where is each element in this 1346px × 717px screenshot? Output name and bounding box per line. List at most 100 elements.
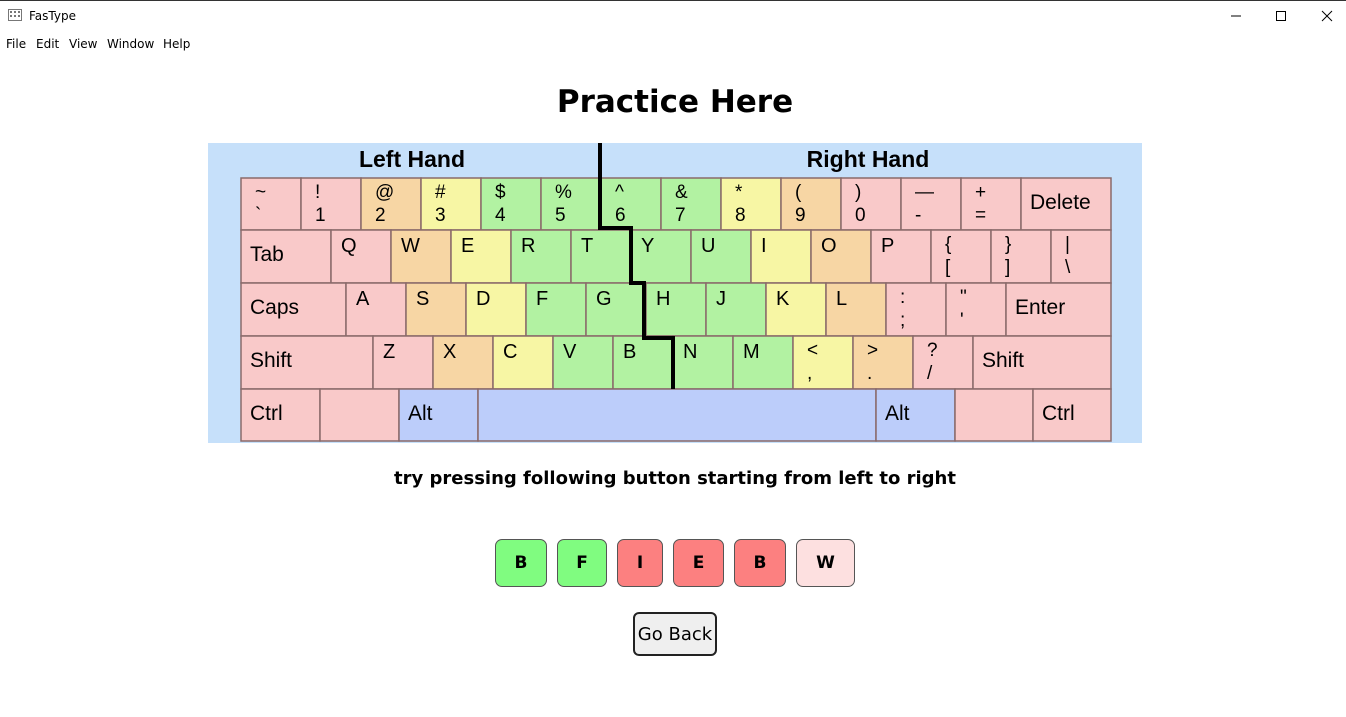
key-label: > <box>867 340 878 361</box>
keyboard-key <box>690 229 752 284</box>
keyboard-key <box>672 335 734 390</box>
key-label: ^ <box>615 182 624 203</box>
keyboard-key <box>552 335 614 390</box>
keyboard-key <box>240 177 302 231</box>
key-label: K <box>776 288 790 310</box>
menu-help[interactable]: Help <box>163 37 190 51</box>
key-label: Shift <box>982 349 1024 372</box>
go-back-button[interactable]: Go Back <box>633 612 717 656</box>
keyboard-image: Left Hand Right Hand ~`!1 @2 #3 $4%5 ^6 &7 *8 (… <box>208 143 1142 443</box>
keyboard-key <box>477 388 877 442</box>
sequence-key[interactable]: W <box>796 539 855 587</box>
key-label: { <box>945 234 952 255</box>
key-label: ' <box>960 310 964 331</box>
key-label: C <box>503 341 517 363</box>
key-label: Z <box>383 341 395 363</box>
instruction-text: try pressing following button starting f… <box>394 468 956 489</box>
key-label: Ctrl <box>1042 402 1075 425</box>
key-label: V <box>563 341 577 363</box>
key-label: } <box>1005 234 1011 255</box>
sequence-key[interactable]: I <box>617 539 663 587</box>
key-label: Delete <box>1030 191 1091 214</box>
menu-window[interactable]: Window <box>107 37 154 51</box>
minimize-button[interactable] <box>1213 1 1259 31</box>
key-label: ` <box>255 205 261 226</box>
keyboard-key <box>480 177 542 231</box>
keyboard-key <box>810 229 872 284</box>
key-label: Alt <box>885 402 910 425</box>
keyboard-key <box>600 177 662 231</box>
key-label: I <box>761 235 767 257</box>
key-label: R <box>521 235 535 257</box>
maximize-icon <box>1276 11 1286 21</box>
keyboard-key <box>780 177 842 231</box>
title-bar: FasType <box>0 0 1346 31</box>
key-label: 3 <box>435 205 446 226</box>
sequence-key[interactable]: E <box>673 539 724 587</box>
key-label: + <box>975 182 986 203</box>
keyboard-key <box>912 335 974 390</box>
keyboard-key <box>372 335 434 390</box>
key-label: \ <box>1065 257 1071 278</box>
keyboard-key <box>612 335 674 390</box>
key-label: 7 <box>675 205 686 226</box>
key-label: A <box>356 288 370 310</box>
window-title: FasType <box>29 9 76 23</box>
key-label: Enter <box>1015 296 1065 319</box>
keyboard-key <box>405 282 467 337</box>
key-label: Y <box>641 235 654 257</box>
key-label: / <box>927 363 933 384</box>
key-label: ! <box>315 182 320 203</box>
key-label: ( <box>795 182 802 203</box>
key-label: Q <box>341 235 357 257</box>
key-label: # <box>435 182 446 203</box>
key-label: W <box>401 235 420 257</box>
keyboard-key <box>720 177 782 231</box>
close-button[interactable] <box>1304 1 1346 31</box>
key-label: 8 <box>735 205 746 226</box>
keyboard-key <box>492 335 554 390</box>
key-label: % <box>555 182 572 203</box>
keyboard-key <box>570 229 632 284</box>
key-label: Ctrl <box>250 402 283 425</box>
key-label: ? <box>927 340 938 361</box>
key-label: T <box>581 235 593 257</box>
keyboard-key <box>390 229 452 284</box>
keyboard-key <box>945 282 1007 337</box>
sequence-key[interactable]: B <box>495 539 547 587</box>
keyboard-key <box>450 229 512 284</box>
menu-file[interactable]: File <box>6 37 26 51</box>
keyboard-key <box>870 229 932 284</box>
key-label: Caps <box>250 296 299 319</box>
keyboard-key <box>510 229 572 284</box>
keyboard-diagram: Left Hand Right Hand ~ `! 1 @2 #3 $4% 5 ^ 6 & 7 * 8 (… <box>208 143 1142 443</box>
key-label: $ <box>495 182 506 203</box>
key-label: Tab <box>250 243 284 266</box>
right-hand-label: Right Hand <box>807 146 930 172</box>
maximize-button[interactable] <box>1258 1 1304 31</box>
key-label: Shift <box>250 349 292 372</box>
key-label: J <box>716 288 726 310</box>
key-label: " <box>960 287 967 308</box>
key-label: — <box>915 182 934 203</box>
key-label: 5 <box>555 205 566 226</box>
key-label: 1 <box>315 205 326 226</box>
keyboard-key <box>330 229 392 284</box>
close-icon <box>1321 10 1333 22</box>
key-label: 9 <box>795 205 806 226</box>
sequence-key[interactable]: B <box>734 539 786 587</box>
key-label: Alt <box>408 402 433 425</box>
menu-edit[interactable]: Edit <box>36 37 59 51</box>
key-label: H <box>656 288 670 310</box>
key-label: L <box>836 288 847 310</box>
menu-view[interactable]: View <box>69 37 97 51</box>
keyboard-key <box>792 335 854 390</box>
key-label: E <box>461 235 474 257</box>
keyboard-key <box>645 282 707 337</box>
key-label: P <box>881 235 894 257</box>
keyboard-key <box>765 282 827 337</box>
sequence-key[interactable]: F <box>557 539 607 587</box>
key-label: : <box>900 287 905 308</box>
keyboard-key <box>750 229 812 284</box>
keyboard-key <box>345 282 407 337</box>
